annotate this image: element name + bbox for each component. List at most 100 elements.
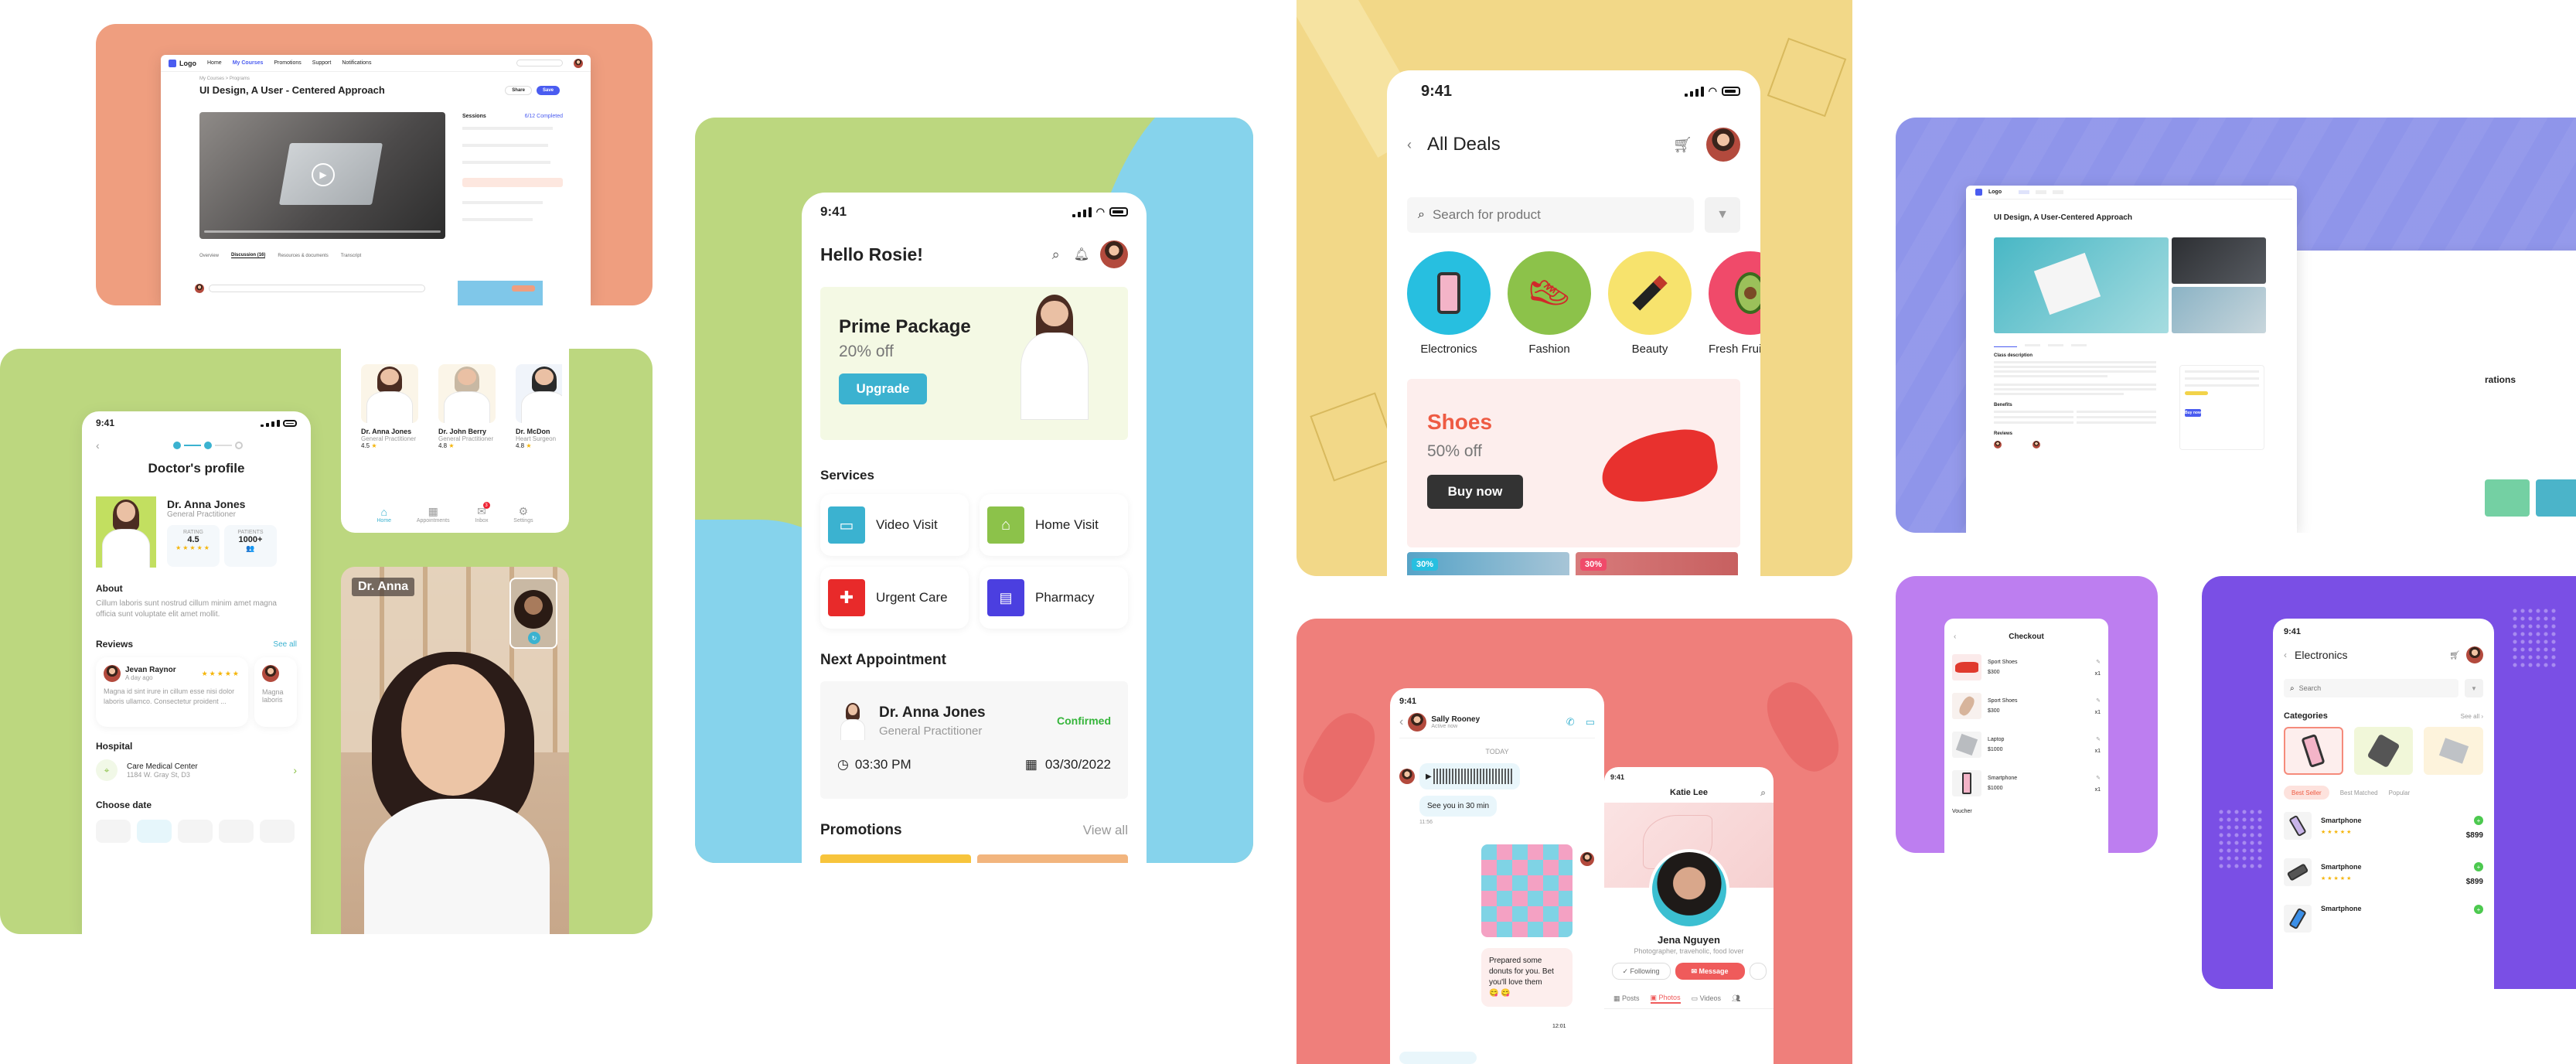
promotion-thumb[interactable] (820, 854, 971, 863)
tab-transcript[interactable]: Transcript (341, 254, 361, 258)
profile-avatar[interactable] (1648, 849, 1729, 929)
add-to-cart-icon[interactable]: + (2474, 905, 2483, 914)
checkout-item[interactable]: Sport Shoes $300 ✎ x1 (1952, 654, 2101, 680)
category-laptops[interactable] (2424, 727, 2483, 775)
upgrade-button[interactable]: Upgrade (839, 373, 927, 404)
logo[interactable]: Logo (169, 59, 196, 67)
following-button[interactable]: ✓ Following (1611, 963, 1671, 980)
doctor-tile[interactable]: Dr. John Berry General Practitioner 4.8 … (438, 364, 509, 449)
play-icon[interactable]: ▶ (312, 163, 335, 186)
service-video-visit[interactable]: ▭ Video Visit (820, 494, 969, 556)
nav-item[interactable] (2053, 190, 2064, 194)
back-icon[interactable]: ‹ (2284, 650, 2287, 660)
add-to-cart-icon[interactable]: + (2474, 816, 2483, 825)
tab-description[interactable] (1994, 343, 2017, 347)
filter-best-matched[interactable]: Best Matched (2336, 789, 2383, 796)
course-video[interactable]: ▶ (199, 112, 445, 239)
product-row[interactable]: Smartphone ★★★★★ + $899 (2284, 858, 2483, 886)
filter-best-seller[interactable]: Best Seller (2284, 786, 2329, 800)
session-row[interactable] (462, 144, 548, 147)
promotion-thumb[interactable] (977, 854, 1128, 863)
buy-now-button[interactable]: Buy now (2185, 409, 2201, 417)
cart-icon[interactable]: 🛒︎ (1673, 135, 1692, 155)
service-urgent-care[interactable]: ✚ Urgent Care (820, 567, 969, 629)
session-row[interactable] (462, 161, 551, 164)
tab-videos[interactable]: ▭ Videos (1692, 994, 1721, 1003)
hospital-row[interactable]: ⌖ Care Medical Center 1184 W. Gray St, D… (96, 759, 297, 781)
see-all-link[interactable]: See all (273, 640, 297, 649)
checkout-item[interactable]: Smartphone $1000 ✎ x1 (1952, 770, 2101, 796)
search-input[interactable] (516, 60, 563, 66)
product-row[interactable]: Smartphone ★★★★★ + $899 (2284, 812, 2483, 840)
nav-support[interactable]: Support (312, 60, 332, 66)
video-camera-icon[interactable]: ▭ (1586, 716, 1595, 728)
donut-photo[interactable] (1481, 844, 1573, 937)
nav-my-courses[interactable]: My Courses (233, 60, 264, 66)
avatar[interactable] (574, 58, 583, 68)
edit-icon[interactable]: ✎ (2095, 697, 2101, 704)
more-button[interactable] (1749, 963, 1767, 980)
session-row-active[interactable] (462, 178, 563, 187)
people-icon[interactable]: 👥︎ (1732, 994, 1740, 1003)
category-beauty[interactable]: Beauty (1608, 251, 1692, 356)
filter-icon[interactable]: ▼ (2465, 679, 2483, 697)
nav-home[interactable]: Home (207, 60, 222, 66)
avatar[interactable] (2466, 646, 2483, 663)
back-icon[interactable]: ‹ (1399, 715, 1403, 729)
deal-thumb[interactable]: 30% (1407, 552, 1569, 575)
share-button[interactable]: Share (505, 86, 532, 95)
tab-resources[interactable]: Resources & documents (278, 254, 328, 258)
see-all-link[interactable]: See all › (2461, 713, 2483, 720)
phone-icon[interactable]: ✆ (1566, 716, 1575, 728)
gallery-thumb[interactable] (2172, 287, 2266, 333)
review-card[interactable]: Magna laboris (254, 657, 297, 727)
promo-banner[interactable]: Shoes 50% off Buy now (1407, 379, 1740, 547)
nav-promotions[interactable]: Promotions (274, 60, 301, 66)
gallery-thumb[interactable] (2172, 237, 2266, 284)
nav-home[interactable]: ⌂ Home (377, 506, 391, 523)
voice-message[interactable]: ▶ (1419, 763, 1520, 789)
product-thumb[interactable] (2536, 479, 2576, 517)
date-chip[interactable] (96, 820, 131, 843)
search-icon[interactable]: ⌕ (1760, 787, 1766, 799)
tab[interactable] (2071, 343, 2087, 346)
search-field[interactable]: ⌕ (2284, 679, 2458, 697)
video-progress[interactable] (204, 230, 441, 233)
session-row[interactable] (462, 201, 543, 204)
doctor-tile[interactable]: Dr. Anna Jones General Practitioner 4.5 … (361, 364, 432, 449)
tab[interactable] (2048, 343, 2063, 346)
product-thumb[interactable] (2485, 479, 2530, 517)
edit-icon[interactable]: ✎ (2095, 659, 2101, 665)
deal-thumb[interactable]: 30% (1576, 552, 1738, 575)
search-input[interactable] (1432, 207, 1683, 223)
comment-input[interactable] (209, 285, 425, 292)
category-phones[interactable] (2284, 727, 2343, 775)
session-row[interactable] (462, 218, 533, 221)
breadcrumb[interactable]: My Courses > Programs (199, 77, 552, 81)
logo[interactable]: Logo (1988, 189, 2002, 195)
edit-icon[interactable]: ✎ (2095, 775, 2101, 781)
nav-inbox[interactable]: ✉ 3 Inbox (475, 502, 490, 523)
checkout-item[interactable]: Sport Shoes $300 ✎ x1 (1952, 693, 2101, 719)
back-icon[interactable]: ‹ (1407, 137, 1412, 153)
cart-icon[interactable]: 🛒︎ (2449, 650, 2460, 660)
session-row[interactable] (462, 127, 553, 130)
tab-photos[interactable]: ▣ Photos (1650, 994, 1681, 1004)
promo-banner[interactable]: Prime Package 20% off Upgrade (820, 287, 1128, 440)
service-pharmacy[interactable]: ▤ Pharmacy (980, 567, 1128, 629)
promo-thumb[interactable] (458, 281, 543, 305)
filter-popular[interactable]: Popular (2389, 789, 2411, 796)
date-chip[interactable] (260, 820, 295, 843)
product-row[interactable]: Smartphone + (2284, 905, 2483, 933)
avatar[interactable] (1706, 128, 1740, 162)
search-input[interactable] (2298, 684, 2452, 692)
category-fashion[interactable]: 👟︎ Fashion (1508, 251, 1591, 356)
chevron-right-icon[interactable]: › (293, 764, 297, 776)
play-icon[interactable]: ▶ (1426, 772, 1432, 781)
back-icon[interactable]: ‹ (1954, 633, 1956, 641)
date-chip-selected[interactable] (137, 820, 172, 843)
date-chip[interactable] (178, 820, 213, 843)
nav-appointments[interactable]: ▦ Appointments (417, 505, 450, 523)
search-field[interactable]: ⌕ (1407, 197, 1694, 233)
appointment-card[interactable]: Dr. Anna Jones General Practitioner Conf… (820, 681, 1128, 799)
